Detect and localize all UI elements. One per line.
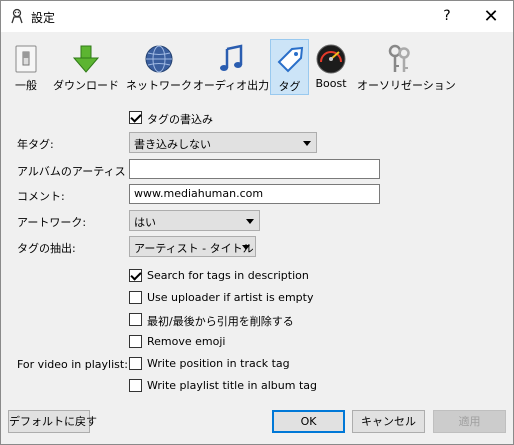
tab-general[interactable]: 一般 — [9, 39, 43, 95]
title-bar: 設定 ? ✕ — [1, 1, 513, 32]
checkbox-label: Write playlist title in album tag — [147, 379, 318, 392]
tag-icon — [277, 46, 303, 73]
tag-extract-label: タグの抽出: — [17, 242, 76, 255]
select-value: はい — [134, 216, 156, 229]
checkbox-box — [129, 269, 142, 282]
tab-label: オーソリゼーション — [357, 79, 456, 92]
checkbox-label: Write position in track tag — [147, 357, 290, 370]
checkbox-box — [129, 313, 142, 326]
checkbox-box — [129, 335, 142, 348]
comment-input[interactable]: www.mediahuman.com — [129, 184, 380, 204]
write-position-checkbox[interactable]: Write position in track tag — [129, 356, 329, 372]
tab-authorization[interactable]: オーソリゼーション — [357, 39, 456, 95]
checkbox-label: Remove emoji — [147, 335, 226, 348]
speedometer-icon — [316, 44, 346, 74]
remove-quotes-checkbox[interactable]: 最初/最後から引用を削除する — [129, 312, 329, 328]
tab-tags[interactable]: タグ — [270, 39, 309, 95]
checkbox-label: Use uploader if artist is empty — [147, 291, 314, 304]
ok-button[interactable]: OK — [272, 410, 345, 433]
search-description-checkbox[interactable]: Search for tags in description — [129, 268, 329, 284]
tab-label: ネットワーク — [126, 79, 192, 92]
restore-defaults-button[interactable]: デフォルトに戻す — [8, 410, 97, 433]
checkbox-box — [129, 291, 142, 304]
select-value: 書き込みしない — [134, 138, 211, 151]
write-tags-checkbox[interactable]: タグの書込み — [129, 110, 269, 126]
album-artist-input[interactable] — [129, 159, 380, 179]
switch-icon — [15, 45, 37, 73]
tab-network[interactable]: ネットワーク — [123, 39, 195, 95]
select-value: アーティスト - タイトル — [134, 242, 254, 255]
checkbox-label: 最初/最後から引用を削除する — [147, 315, 294, 328]
checkbox-label: Search for tags in description — [147, 269, 309, 282]
checkbox-label: タグの書込み — [147, 113, 213, 126]
apply-button[interactable]: 適用 — [433, 410, 506, 433]
tab-audio-output[interactable]: オーディオ出力 — [191, 39, 271, 95]
close-button[interactable]: ✕ — [469, 1, 513, 32]
chevron-down-icon — [242, 245, 250, 250]
remove-emoji-checkbox[interactable]: Remove emoji — [129, 334, 329, 350]
tab-boost[interactable]: Boost — [311, 39, 351, 95]
tab-label: 一般 — [15, 79, 37, 92]
use-uploader-checkbox[interactable]: Use uploader if artist is empty — [129, 290, 329, 306]
tab-label: ダウンロード — [53, 79, 119, 92]
chevron-down-icon — [246, 219, 254, 224]
tab-download[interactable]: ダウンロード — [49, 39, 123, 95]
checkbox-box — [129, 357, 142, 370]
help-button[interactable]: ? — [429, 1, 465, 32]
playlist-section-label: For video in playlist: — [17, 358, 128, 371]
window-title: 設定 — [31, 11, 56, 25]
tag-extract-select[interactable]: アーティスト - タイトル — [129, 236, 256, 257]
tab-label: Boost — [315, 77, 347, 90]
app-icon — [11, 8, 23, 24]
cancel-button[interactable]: キャンセル — [352, 410, 425, 433]
year-tag-label: 年タグ: — [17, 138, 54, 151]
artwork-select[interactable]: はい — [129, 210, 260, 231]
settings-window: 設定 ? ✕ 一般 ダウンロード ネットワーク オーディオ出力 タグ Boost… — [0, 0, 514, 445]
tab-label: タグ — [278, 80, 301, 93]
comment-label: コメント: — [17, 190, 65, 203]
download-arrow-icon — [72, 45, 100, 73]
year-tag-select[interactable]: 書き込みしない — [129, 132, 317, 153]
keys-icon — [388, 44, 410, 72]
tab-label: オーディオ出力 — [192, 79, 270, 92]
artwork-label: アートワーク: — [17, 216, 87, 229]
settings-toolbar: 一般 ダウンロード ネットワーク オーディオ出力 タグ Boost オーソリゼー… — [9, 39, 507, 95]
checkbox-box — [129, 111, 142, 124]
music-note-icon — [220, 44, 243, 71]
globe-icon — [145, 45, 173, 73]
album-artist-label: アルバムのアーティスト: — [17, 165, 141, 178]
chevron-down-icon — [303, 141, 311, 146]
write-playlist-title-checkbox[interactable]: Write playlist title in album tag — [129, 378, 329, 394]
checkbox-box — [129, 379, 142, 392]
